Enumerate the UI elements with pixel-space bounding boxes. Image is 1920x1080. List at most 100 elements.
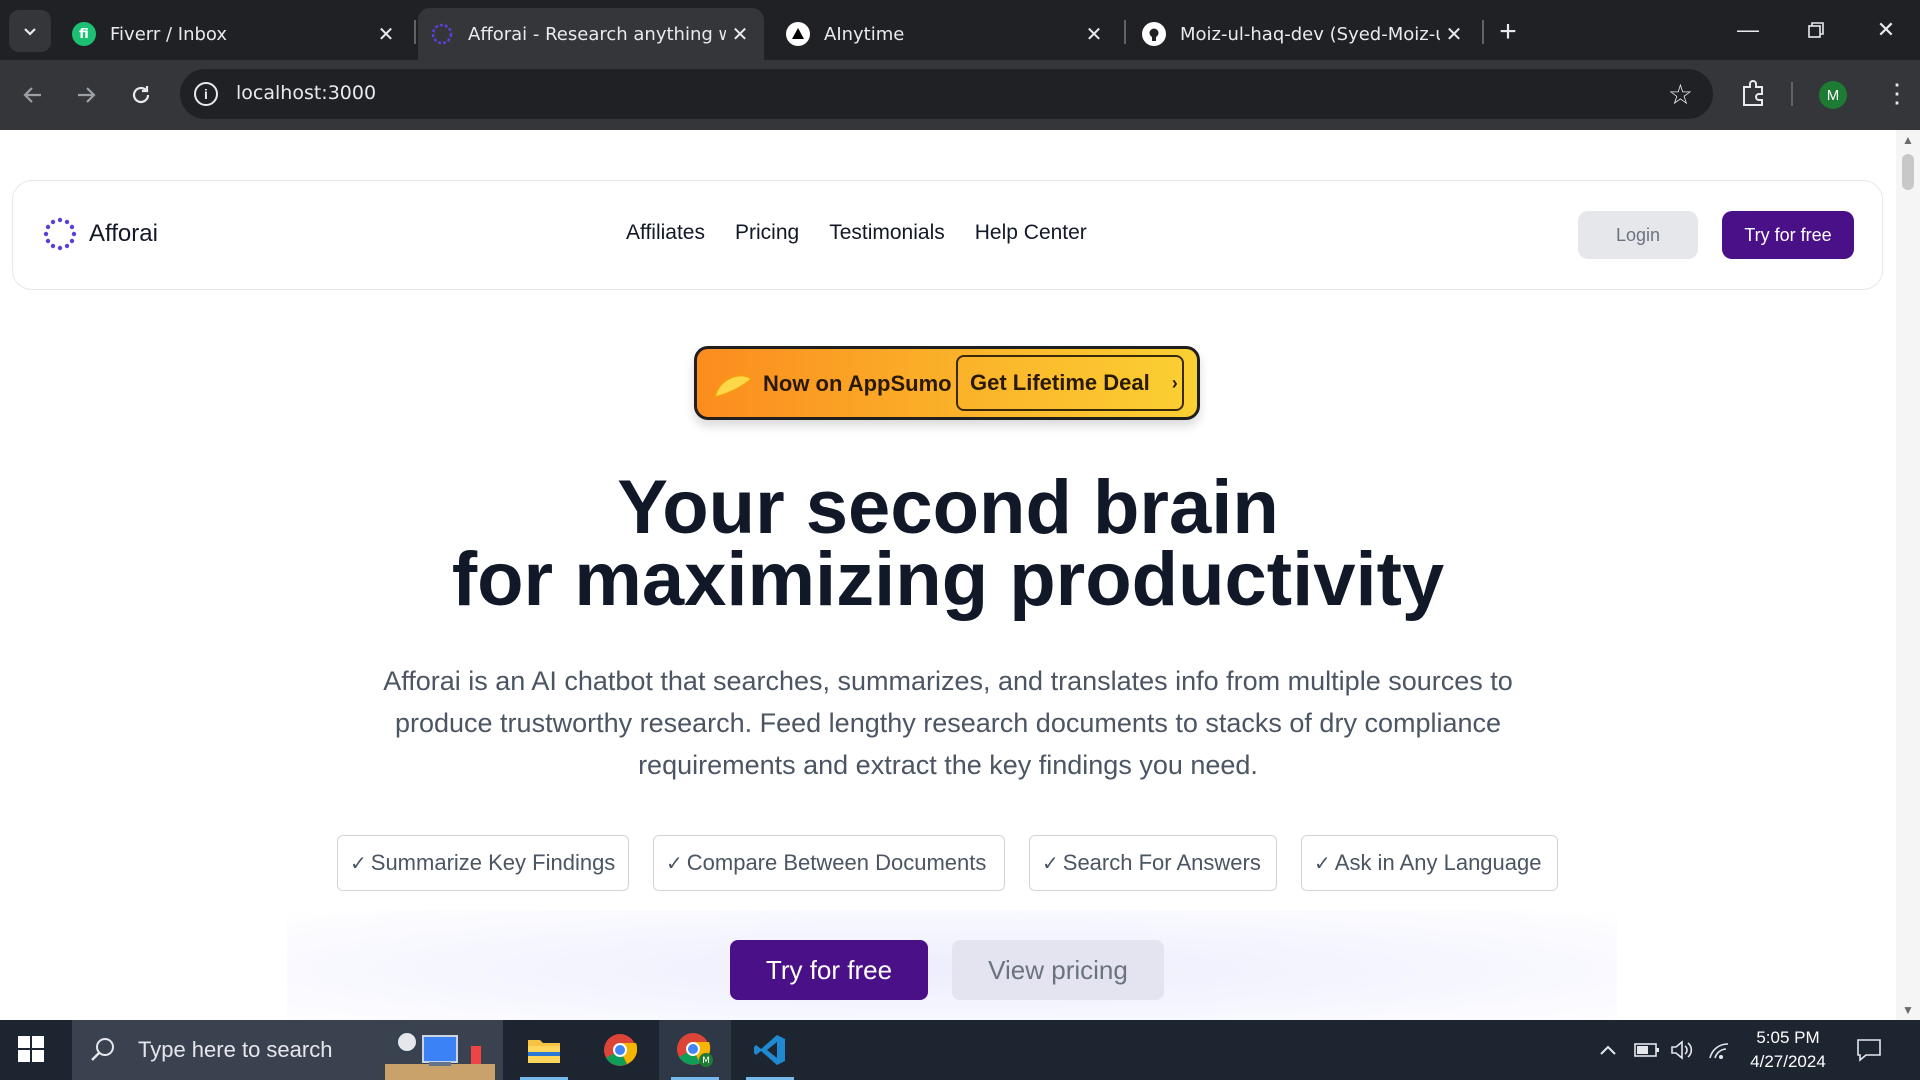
notification-center-icon[interactable] xyxy=(1856,1020,1882,1080)
tab-search-button[interactable] xyxy=(9,10,51,52)
feature-chip: ✓ Ask in Any Language xyxy=(1301,835,1558,891)
chevron-down-icon xyxy=(24,28,36,36)
reload-icon xyxy=(132,86,150,104)
restore-button[interactable] xyxy=(1792,10,1840,50)
tab-divider xyxy=(1482,20,1484,44)
site-navbar: Afforai Affiliates Pricing Testimonials … xyxy=(12,180,1883,290)
menu-kebab-icon[interactable]: ⋮ xyxy=(1884,78,1910,108)
reload-button[interactable] xyxy=(121,75,161,115)
close-icon[interactable]: ✕ xyxy=(372,20,400,48)
feature-label: Ask in Any Language xyxy=(1334,850,1542,875)
battery-icon[interactable] xyxy=(1634,1020,1660,1080)
profile-avatar[interactable]: M xyxy=(1819,81,1847,109)
check-icon: ✓ xyxy=(1042,852,1059,875)
svg-text:M: M xyxy=(702,1056,710,1066)
brand[interactable]: Afforai xyxy=(43,217,158,251)
chevron-right-icon: › xyxy=(1171,372,1178,393)
nav-link-help-center[interactable]: Help Center xyxy=(975,221,1087,245)
minimize-button[interactable]: — xyxy=(1724,10,1772,50)
feature-label: Compare Between Documents xyxy=(686,850,987,875)
feature-label: Search For Answers xyxy=(1062,850,1261,875)
feature-chip: ✓ Search For Answers xyxy=(1029,835,1277,891)
search-placeholder: Type here to search xyxy=(138,1037,333,1062)
check-icon: ✓ xyxy=(666,852,683,875)
nav-link-affiliates[interactable]: Affiliates xyxy=(626,221,705,245)
taskbar-clock[interactable]: 5:05 PM 4/27/2024 xyxy=(1728,1026,1848,1074)
tab-title: Afforai - Research anything with xyxy=(468,23,726,45)
url-text[interactable]: localhost:3000 xyxy=(236,82,376,104)
bookmark-star-icon[interactable]: ☆ xyxy=(1668,78,1693,111)
tab-divider xyxy=(414,20,416,44)
folder-icon xyxy=(528,1040,560,1063)
volume-icon[interactable] xyxy=(1670,1020,1694,1080)
address-bar[interactable]: i localhost:3000 ☆ xyxy=(180,69,1713,119)
promo-label: Now on AppSumo xyxy=(763,371,952,396)
close-icon[interactable]: ✕ xyxy=(1440,20,1468,48)
page-scrollbar[interactable]: ▲ ▼ xyxy=(1896,130,1920,1020)
taskbar-vscode[interactable] xyxy=(734,1020,806,1080)
check-icon: ✓ xyxy=(350,852,367,875)
taskbar-search-box[interactable]: Type here to search xyxy=(72,1020,503,1080)
chrome-icon xyxy=(604,1034,637,1066)
scroll-down-arrow-icon[interactable]: ▼ xyxy=(1902,1004,1914,1016)
get-lifetime-deal-button[interactable]: Get Lifetime Deal › xyxy=(956,355,1184,411)
scroll-up-arrow-icon[interactable]: ▲ xyxy=(1902,134,1914,146)
close-icon[interactable]: ✕ xyxy=(726,20,754,48)
tab-title: Fiverr / Inbox xyxy=(110,23,228,45)
appsumo-promo-banner[interactable]: Now on AppSumo Get Lifetime Deal › xyxy=(694,346,1200,420)
close-icon[interactable]: ✕ xyxy=(1080,20,1108,48)
taskbar-chrome-profile[interactable]: M xyxy=(659,1020,731,1080)
site-info-icon[interactable]: i xyxy=(194,82,218,106)
search-highlight-illustration-icon xyxy=(385,1031,495,1080)
extensions-icon[interactable] xyxy=(1740,79,1766,112)
check-icon: ✓ xyxy=(1314,852,1331,875)
chrome-profile-icon: M xyxy=(677,1033,713,1067)
page-viewport: Afforai Affiliates Pricing Testimonials … xyxy=(0,130,1920,1020)
tab-github[interactable]: Moiz-ul-haq-dev (Syed-Moiz-ul ✕ xyxy=(1128,8,1478,60)
browser-toolbar: i localhost:3000 ☆ ⋮ xyxy=(0,60,1920,130)
tab-strip: fi Fiverr / Inbox ✕ Afforai - Research a… xyxy=(0,0,1920,60)
nav-link-testimonials[interactable]: Testimonials xyxy=(829,221,945,245)
restore-icon xyxy=(1808,22,1824,38)
clock-time: 5:05 PM xyxy=(1756,1028,1820,1047)
vscode-icon xyxy=(754,1035,785,1065)
arrow-right-icon xyxy=(78,87,96,103)
minimize-icon: — xyxy=(1737,17,1759,42)
feature-chip: ✓ Summarize Key Findings xyxy=(337,835,629,891)
feature-label: Summarize Key Findings xyxy=(370,850,616,875)
hero-title-line-2: for maximizing productivity xyxy=(451,537,1445,622)
login-button[interactable]: Login xyxy=(1578,211,1698,259)
close-icon: ✕ xyxy=(1876,17,1896,42)
afforai-icon xyxy=(430,22,454,46)
vercel-icon xyxy=(786,22,810,46)
tab-fiverr[interactable]: fi Fiverr / Inbox ✕ xyxy=(60,8,410,60)
windows-taskbar: Type here to search M 5:05 PM 4/27/2024 xyxy=(0,1020,1920,1080)
plus-icon: + xyxy=(1499,15,1517,48)
tab-ainytime[interactable]: AInytime ✕ xyxy=(768,8,1118,60)
window-close-button[interactable]: ✕ xyxy=(1862,10,1910,50)
forward-button[interactable] xyxy=(66,75,106,115)
tab-divider xyxy=(1124,20,1126,44)
nav-link-pricing[interactable]: Pricing xyxy=(735,221,799,245)
scrollbar-thumb[interactable] xyxy=(1902,154,1914,190)
new-tab-button[interactable]: + xyxy=(1490,14,1526,50)
back-button[interactable] xyxy=(13,75,53,115)
view-pricing-button[interactable]: View pricing xyxy=(952,940,1164,1000)
try-for-free-nav-button[interactable]: Try for free xyxy=(1722,211,1854,259)
taskbar-chrome[interactable] xyxy=(584,1020,656,1080)
try-for-free-button[interactable]: Try for free xyxy=(730,940,928,1000)
afforai-logo-icon xyxy=(43,217,77,251)
hero-title-line-1: Your second brain xyxy=(617,465,1279,550)
feature-chip: ✓ Compare Between Documents xyxy=(653,835,1005,891)
tray-overflow-chevron-icon[interactable] xyxy=(1598,1020,1618,1080)
brand-name: Afforai xyxy=(89,220,158,247)
start-button[interactable] xyxy=(18,1036,44,1067)
toolbar-divider xyxy=(1791,82,1793,106)
tab-afforai[interactable]: Afforai - Research anything with ✕ xyxy=(418,8,764,60)
deal-label: Get Lifetime Deal xyxy=(970,370,1150,395)
wifi-icon[interactable] xyxy=(1708,1020,1730,1080)
github-icon xyxy=(1142,22,1166,46)
taskbar-file-explorer[interactable] xyxy=(508,1020,580,1080)
windows-logo-icon xyxy=(18,1036,44,1062)
tab-title: Moiz-ul-haq-dev (Syed-Moiz-ul xyxy=(1180,23,1440,45)
